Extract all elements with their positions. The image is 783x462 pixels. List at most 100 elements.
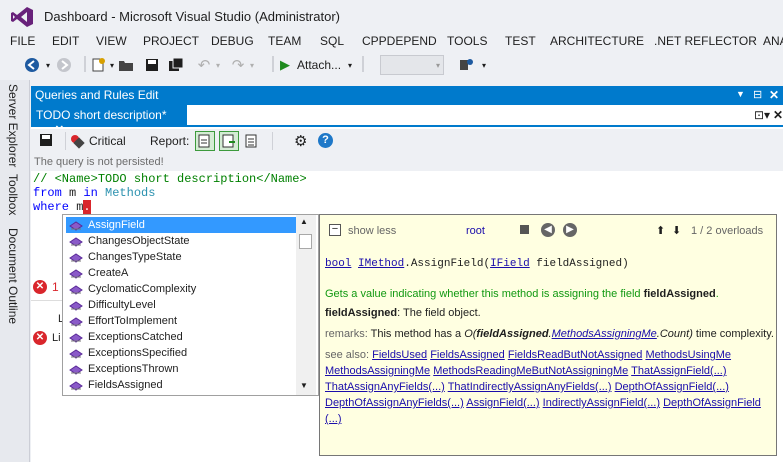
- menu-cppdepend[interactable]: CPPDEPEND: [362, 34, 437, 48]
- code-line-1[interactable]: // <Name>TODO short description</Name>: [33, 172, 307, 186]
- completion-item[interactable]: ExceptionsThrown: [66, 361, 298, 377]
- see-also-link[interactable]: (...): [325, 413, 342, 425]
- tab-row-close-icon[interactable]: ✕: [773, 108, 783, 122]
- menu-architecture[interactable]: ARCHITECTURE: [550, 34, 644, 48]
- help-icon[interactable]: ?: [318, 133, 333, 148]
- new-dropdown-icon[interactable]: ▾: [108, 56, 116, 74]
- completion-scrollbar[interactable]: ▲ ▼: [296, 215, 316, 395]
- completion-item[interactable]: CyclomaticComplexity: [66, 281, 298, 297]
- see-also-link[interactable]: MethodsAssigningMe: [325, 365, 430, 377]
- menu-tools[interactable]: TOOLS: [447, 34, 487, 48]
- new-item-icon[interactable]: ⊡▾: [754, 108, 770, 122]
- menu-team[interactable]: TEAM: [268, 34, 301, 48]
- sig-return-type[interactable]: bool: [325, 258, 351, 270]
- find-in-files-icon[interactable]: [458, 56, 474, 74]
- completion-item[interactable]: ExceptionsCatched: [66, 329, 298, 345]
- see-also-link[interactable]: AssignField(...): [466, 397, 539, 409]
- open-folder-icon[interactable]: [118, 56, 134, 74]
- comment-prefix: //: [33, 172, 55, 186]
- completion-item[interactable]: ChangesTypeState: [66, 249, 298, 265]
- redo-icon[interactable]: ↷: [230, 56, 246, 74]
- menu-debug[interactable]: DEBUG: [211, 34, 254, 48]
- completion-item[interactable]: ExceptionsSpecified: [66, 345, 298, 361]
- see-also-link[interactable]: DepthOfAssignField(...): [615, 381, 729, 393]
- root-link[interactable]: root: [466, 225, 485, 237]
- menu-project[interactable]: PROJECT: [143, 34, 199, 48]
- overload-down-icon[interactable]: ⬇: [672, 224, 681, 237]
- scroll-thumb[interactable]: [299, 234, 312, 249]
- see-also-link[interactable]: FieldsReadButNotAssigned: [508, 349, 643, 361]
- save-all-icon[interactable]: [168, 56, 184, 74]
- save-icon[interactable]: [144, 56, 160, 74]
- sidebar-tab-toolbox[interactable]: Toolbox: [6, 174, 20, 215]
- tab-todo-short-description[interactable]: TODO short description* ⊸ ✕: [31, 105, 187, 136]
- see-also-link[interactable]: MethodsReadingMeButNotAssigningMe: [433, 365, 628, 377]
- toolbar-overflow-icon[interactable]: ▾: [480, 56, 488, 74]
- save-query-icon[interactable]: [39, 133, 53, 150]
- completion-item[interactable]: EffortToImplement: [66, 313, 298, 329]
- code-line-2[interactable]: from m in Methods: [33, 186, 155, 200]
- back-dropdown-icon[interactable]: ▾: [44, 56, 52, 74]
- history-forward-icon[interactable]: ▶: [563, 223, 577, 237]
- error-row-2[interactable]: ✕ Li: [31, 329, 63, 349]
- error-row-1[interactable]: ✕ 1: [31, 278, 63, 298]
- menu-view[interactable]: VIEW: [96, 34, 127, 48]
- see-also-link[interactable]: FieldsUsed: [372, 349, 427, 361]
- new-project-icon[interactable]: [90, 56, 106, 74]
- completion-item[interactable]: CreateA: [66, 265, 298, 281]
- sig-param-type[interactable]: IField: [490, 258, 530, 270]
- code-line-3[interactable]: where m.: [33, 200, 91, 214]
- scroll-up-icon[interactable]: ▲: [300, 217, 308, 226]
- completion-item[interactable]: DifficultyLevel: [66, 297, 298, 313]
- sidebar-tab-document-outline[interactable]: Document Outline: [6, 228, 20, 324]
- menu-edit[interactable]: EDIT: [52, 34, 79, 48]
- menu-test[interactable]: TEST: [505, 34, 536, 48]
- see-also-line-2: MethodsAssigningMe MethodsReadingMeButNo…: [325, 365, 727, 377]
- solution-config-dropdown[interactable]: ▾: [380, 55, 444, 75]
- completion-list[interactable]: AssignField ChangesObjectState ChangesType…: [62, 214, 319, 396]
- report-export-icon[interactable]: [219, 131, 239, 151]
- panel-close-icon[interactable]: ✕: [769, 88, 779, 102]
- undo-icon[interactable]: ↶: [196, 56, 212, 74]
- overload-up-icon[interactable]: ⬆: [656, 224, 665, 237]
- critical-rule-icon[interactable]: [69, 133, 85, 152]
- sidebar-tab-server-explorer[interactable]: Server Explorer: [6, 84, 20, 167]
- attach-dropdown-icon[interactable]: ▾: [346, 56, 354, 74]
- redo-dropdown-icon[interactable]: ▾: [248, 56, 256, 74]
- undo-dropdown-icon[interactable]: ▾: [214, 56, 222, 74]
- completion-item[interactable]: ChangesObjectState: [66, 233, 298, 249]
- collapse-icon[interactable]: −: [329, 224, 341, 236]
- show-less-link[interactable]: show less: [348, 225, 396, 237]
- property-icon: [69, 332, 83, 343]
- sig-owner-type[interactable]: IMethod: [358, 258, 404, 270]
- see-also-link[interactable]: DepthOfAssignField: [663, 397, 761, 409]
- menu-file[interactable]: FILE: [10, 34, 35, 48]
- completion-item[interactable]: FieldsAssigned: [66, 377, 298, 393]
- report-table-icon[interactable]: [244, 133, 260, 152]
- completion-item[interactable]: AssignField: [66, 217, 298, 233]
- critical-label[interactable]: Critical: [89, 134, 126, 148]
- auto-hide-pin-icon[interactable]: ⊟: [753, 88, 762, 101]
- see-also-link[interactable]: DepthOfAssignAnyFields(...): [325, 397, 464, 409]
- scroll-down-icon[interactable]: ▼: [300, 381, 308, 390]
- attach-button[interactable]: Attach...: [297, 56, 345, 74]
- menu-sql[interactable]: SQL: [320, 34, 344, 48]
- start-debug-icon[interactable]: ▶: [278, 56, 292, 74]
- remarks-formula-link[interactable]: MethodsAssigningMe: [552, 328, 657, 340]
- see-also-link[interactable]: ThatIndirectlyAssignAnyFields(...): [448, 381, 612, 393]
- menu-net-reflector[interactable]: .NET REFLECTOR: [654, 34, 757, 48]
- settings-gear-icon[interactable]: ⚙: [294, 132, 307, 150]
- back-icon[interactable]: [24, 56, 40, 74]
- forward-icon[interactable]: [56, 56, 72, 74]
- see-also-link[interactable]: ThatAssignField(...): [631, 365, 726, 377]
- report-list-icon[interactable]: [195, 131, 215, 151]
- panel-dropdown-icon[interactable]: ▼: [736, 89, 745, 99]
- see-also-link[interactable]: IndirectlyAssignField(...): [543, 397, 660, 409]
- see-also-link[interactable]: ThatAssignAnyFields(...): [325, 381, 445, 393]
- history-back-icon[interactable]: ◀: [541, 223, 555, 237]
- stop-icon[interactable]: [520, 225, 529, 234]
- see-also-link[interactable]: FieldsAssigned: [430, 349, 505, 361]
- menu-analyze[interactable]: ANA: [763, 34, 783, 48]
- property-icon: [69, 364, 83, 375]
- see-also-link[interactable]: MethodsUsingMe: [645, 349, 731, 361]
